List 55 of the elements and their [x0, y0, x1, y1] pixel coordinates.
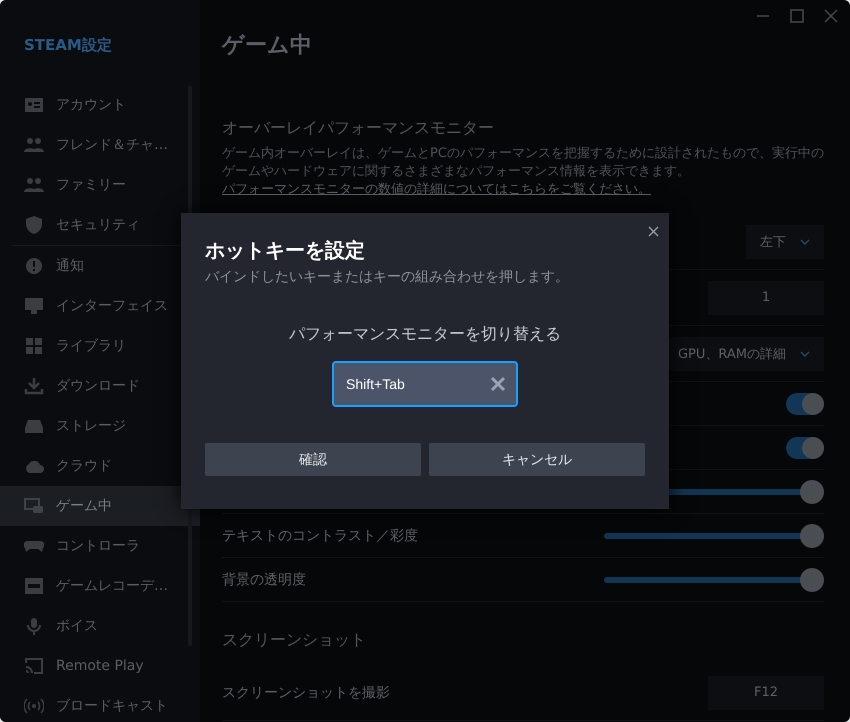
setting-label: スクリーンショットを撮影	[222, 684, 390, 702]
download-icon	[24, 377, 44, 395]
chevron-icon	[800, 238, 810, 244]
cancel-button[interactable]: キャンセル	[429, 443, 645, 476]
microphone-icon	[24, 617, 44, 635]
setting-label: 背景の透明度	[222, 570, 306, 588]
sidebar-item[interactable]: フレンド＆チャ…	[0, 125, 200, 165]
setting-label: テキストのコントラスト／彩度	[222, 526, 418, 544]
close-icon[interactable]	[648, 226, 659, 237]
action-label: パフォーマンスモニターを切り替える	[288, 324, 562, 345]
sidebar-item[interactable]: クラウド	[0, 446, 200, 486]
page-title: ゲーム中	[222, 32, 313, 60]
dialog-title: ホットキーを設定	[205, 237, 366, 264]
clear-icon[interactable]	[490, 376, 506, 392]
cast-icon	[24, 657, 44, 675]
drive-icon	[24, 417, 44, 435]
sidebar-item[interactable]: Remote Play	[0, 646, 200, 686]
sidebar-item[interactable]: セキュリティ	[0, 205, 200, 245]
sidebar-item[interactable]: ブロードキャスト	[0, 686, 200, 722]
sidebar-item[interactable]: ライブラリ	[0, 326, 200, 366]
rec-icon	[24, 577, 44, 595]
sidebar-item[interactable]: ボイス	[0, 606, 200, 646]
sidebar-item[interactable]: ストレージ	[0, 406, 200, 446]
alert-icon	[24, 257, 44, 275]
confirm-button[interactable]: 確認	[205, 443, 421, 476]
dropdown[interactable]: 左下	[746, 224, 824, 258]
section-heading: オーバーレイパフォーマンスモニター	[222, 118, 495, 139]
screen-gamepad-icon	[24, 497, 44, 515]
hotkey-input[interactable]: Shift+Tab	[332, 361, 518, 407]
section-heading: スクリーンショット	[222, 630, 367, 651]
sidebar-item[interactable]: ゲーム中	[0, 486, 200, 526]
toggle-switch[interactable]	[786, 436, 824, 458]
family-icon	[24, 176, 44, 194]
friends-icon	[24, 136, 44, 154]
dialog-subtitle: バインドしたいキーまたはキーの組み合わせを押します。	[205, 268, 570, 286]
hotkey-field[interactable]: F12	[708, 676, 824, 710]
details-link[interactable]: パフォーマンスモニターの数値の詳細についてはこちらをご覧ください。	[222, 181, 824, 199]
toggle-switch[interactable]	[786, 392, 824, 414]
sidebar-item[interactable]: アカウント	[0, 85, 200, 125]
monitor-icon	[24, 297, 44, 315]
sidebar-item[interactable]: インターフェイス	[0, 286, 200, 326]
value-field[interactable]: 1	[708, 280, 824, 314]
shield-icon	[24, 216, 44, 234]
broadcast-icon	[24, 697, 44, 715]
sidebar-item[interactable]: ファミリー	[0, 165, 200, 205]
sidebar-title: STEAM設定	[23, 36, 113, 56]
sidebar-item[interactable]: 通知	[0, 246, 200, 286]
account-icon	[24, 96, 44, 114]
sidebar-item[interactable]: コントローラ	[0, 526, 200, 566]
grid-icon	[24, 337, 44, 355]
sidebar-item[interactable]: ゲームレコーデ…	[0, 566, 200, 606]
description: ゲーム内オーバーレイは、ゲームとPCのパフォーマンスを把握するために設計されたもので、実行中のゲームやハードウェアに関するさまざまなパフォーマンス情報を表示できます。	[222, 145, 824, 181]
sidebar-item[interactable]: ダウンロード	[0, 366, 200, 406]
maximize-icon[interactable]	[790, 9, 804, 23]
chevron-icon	[800, 350, 810, 356]
